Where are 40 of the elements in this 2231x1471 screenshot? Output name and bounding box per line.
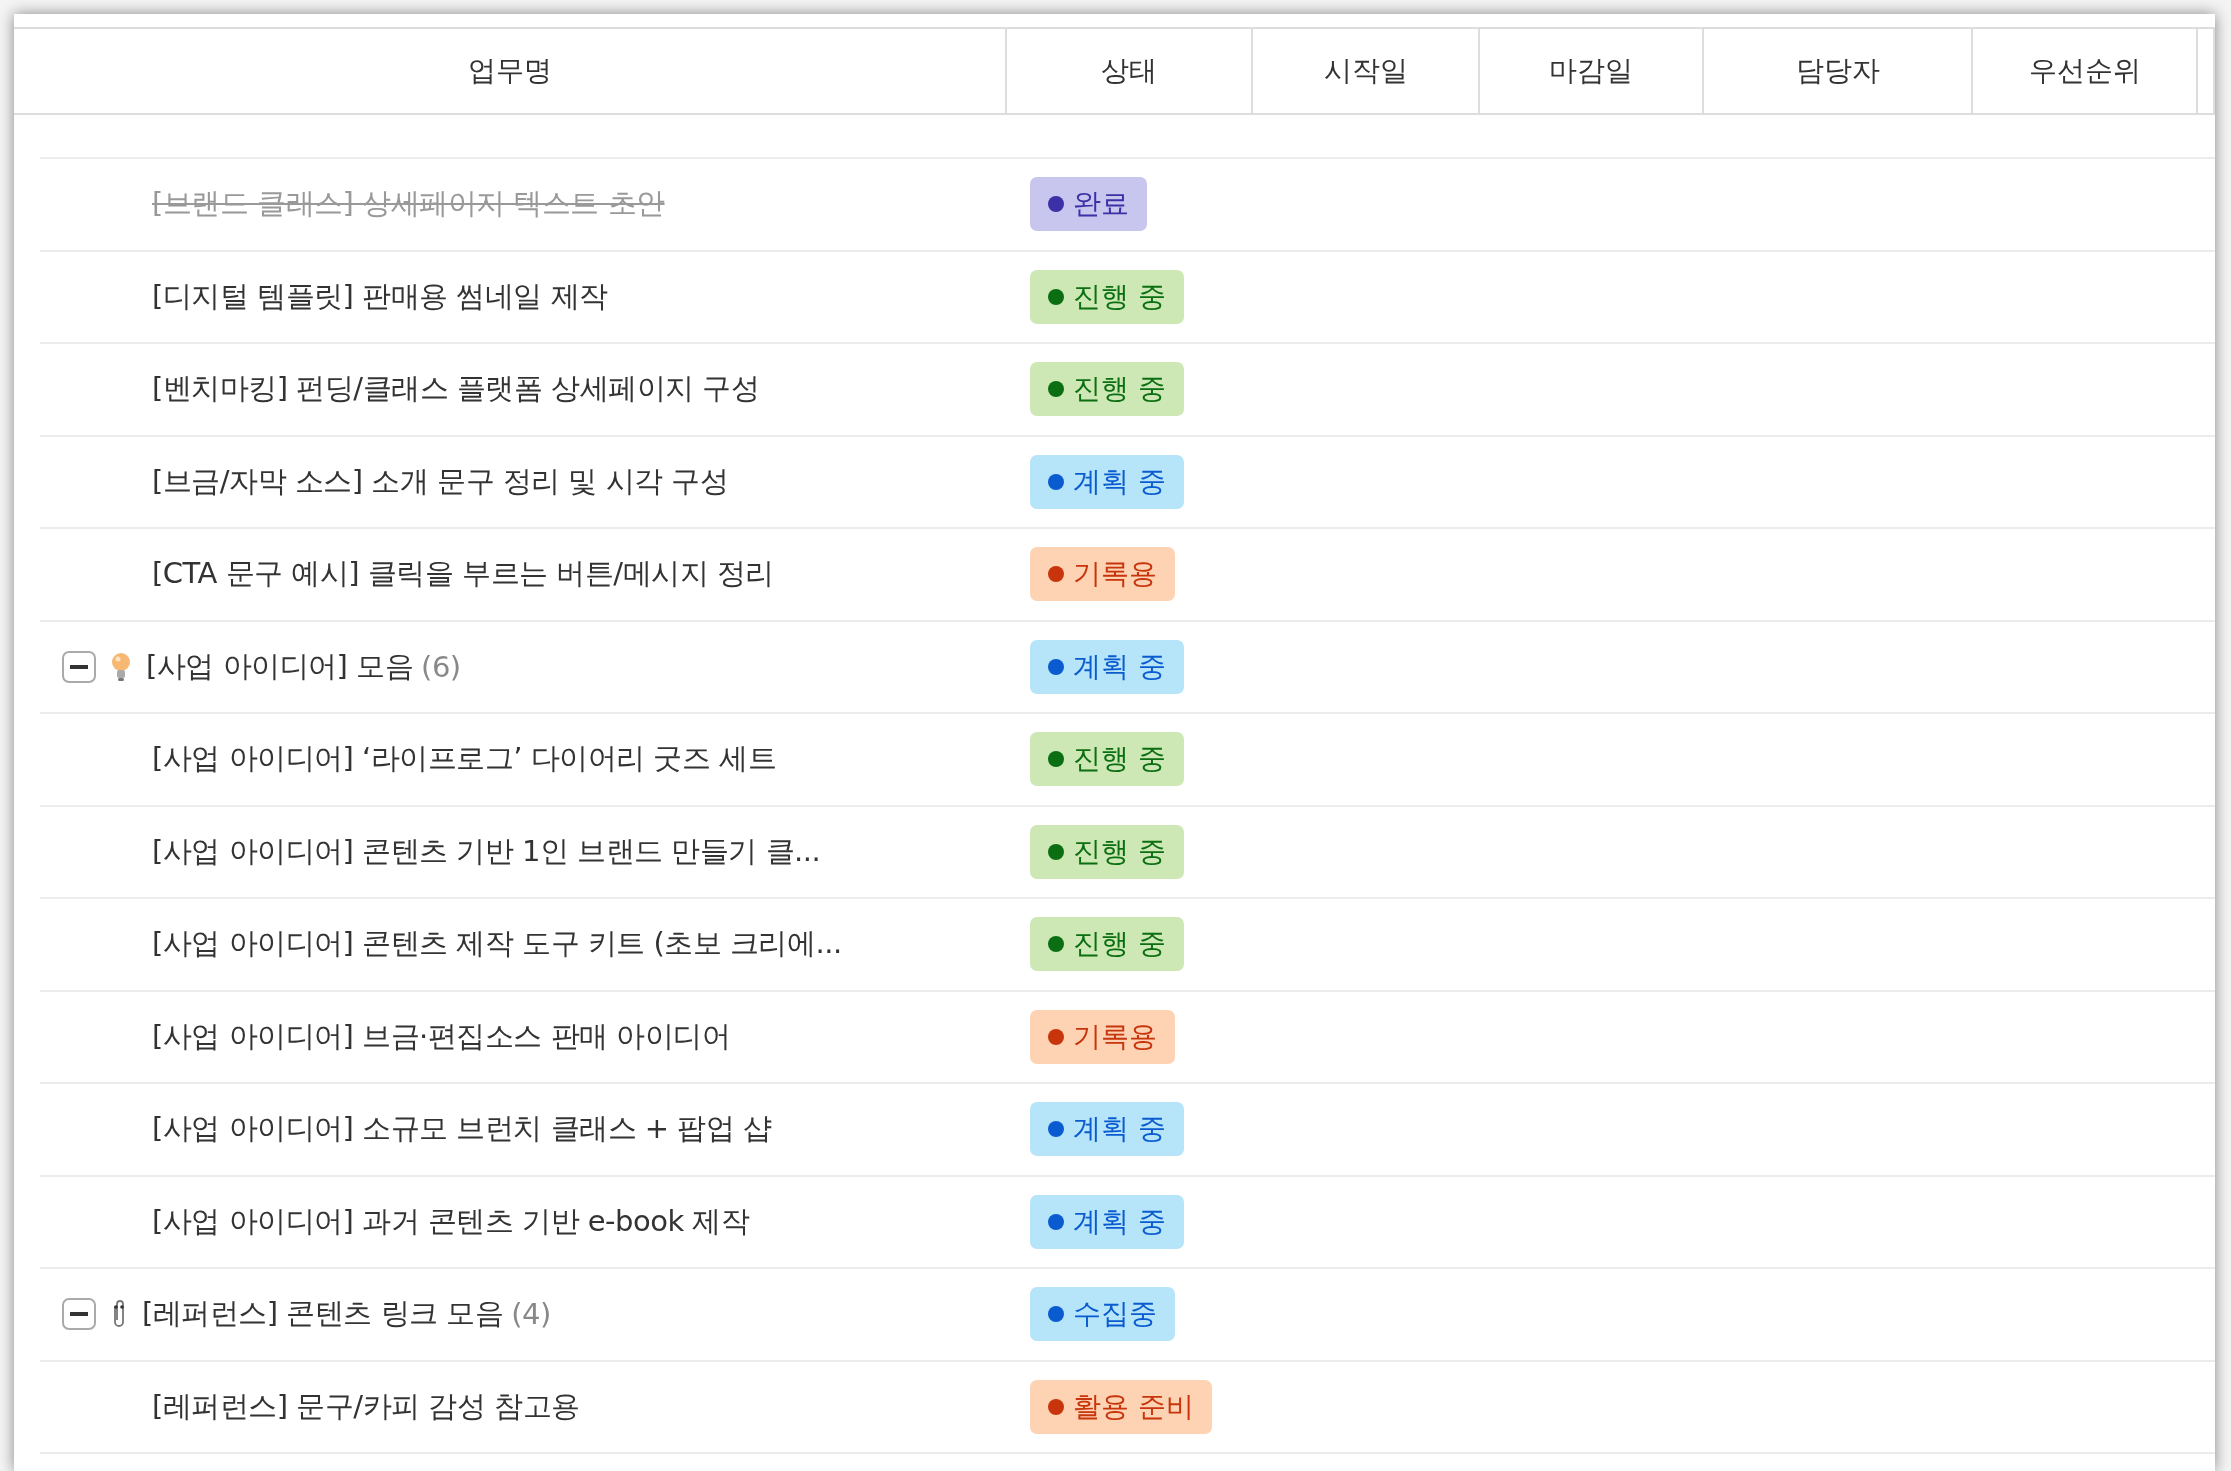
column-header[interactable]: 시작일 (1323, 52, 1408, 90)
task-title[interactable]: [벤치마킹] 펀딩/클래스 플랫폼 상세페이지 구성 (152, 369, 760, 410)
task-title[interactable]: [브금/자막 소스] 소개 문구 정리 및 시각 구성 (152, 461, 729, 502)
status-badge[interactable]: 진행 중 (1030, 362, 1184, 417)
collapse-toggle[interactable] (62, 650, 96, 683)
task-title[interactable]: [CTA 문구 예시] 클릭을 부르는 버튼/메시지 정리 (152, 554, 774, 595)
column-header[interactable]: 상태 (1101, 52, 1157, 90)
task-title[interactable]: [사업 아이디어] 콘텐츠 제작 도구 키트 (초보 크리에... (152, 924, 842, 965)
task-title[interactable]: [사업 아이디어] 콘텐츠 기반 1인 브랜드 만들기 클... (152, 831, 821, 872)
status-badge[interactable]: 계획 중 (1030, 1102, 1184, 1157)
item-count: (4) (511, 1297, 551, 1332)
status-badge[interactable]: 진행 중 (1030, 824, 1184, 879)
status-badge[interactable]: 계획 중 (1030, 454, 1184, 509)
task-title[interactable]: [사업 아이디어] 소규모 브런치 클래스 + 팝업 샵 (152, 1109, 772, 1150)
group-title[interactable]: [레퍼런스] 콘텐츠 링크 모음 (142, 1294, 504, 1335)
task-title[interactable]: [레퍼런스] 문구/카피 감성 참고용 (152, 1386, 580, 1427)
task-title[interactable]: [디지털 템플릿] 판매용 썸네일 제작 (152, 276, 608, 317)
status-badge[interactable]: 진행 중 (1030, 269, 1184, 324)
collapse-toggle[interactable] (62, 1298, 96, 1331)
column-header[interactable]: 업무명 (467, 52, 552, 90)
minus-icon (70, 664, 88, 669)
task-title[interactable]: [사업 아이디어] 브금·편집소스 판매 아이디어 (152, 1016, 731, 1057)
task-title[interactable]: [사업 아이디어] ‘라이프로그’ 다이어리 굿즈 세트 (152, 739, 777, 780)
group-title[interactable]: [사업 아이디어] 모음 (146, 646, 414, 687)
column-header[interactable]: 마감일 (1549, 52, 1633, 90)
minus-icon (70, 1312, 88, 1317)
column-header[interactable]: 우선순위 (2028, 52, 2141, 90)
item-count: (6) (421, 649, 461, 684)
status-badge[interactable]: 계획 중 (1030, 639, 1184, 694)
task-title[interactable]: [사업 아이디어] 과거 콘텐츠 기반 e-book 제작 (152, 1201, 750, 1242)
status-badge[interactable]: 활용 준비 (1030, 1379, 1212, 1434)
status-badge[interactable]: 수집중 (1030, 1287, 1175, 1342)
status-badge[interactable]: 계획 중 (1030, 1194, 1184, 1249)
lightbulb-icon (110, 651, 132, 682)
status-badge[interactable]: 기록용 (1030, 1009, 1175, 1064)
status-badge[interactable]: 기록용 (1030, 547, 1175, 602)
status-badge[interactable]: 진행 중 (1030, 732, 1184, 787)
status-badge[interactable]: 완료 (1030, 177, 1147, 232)
column-header[interactable]: 담당자 (1795, 52, 1880, 90)
status-badge[interactable]: 진행 중 (1030, 917, 1184, 972)
